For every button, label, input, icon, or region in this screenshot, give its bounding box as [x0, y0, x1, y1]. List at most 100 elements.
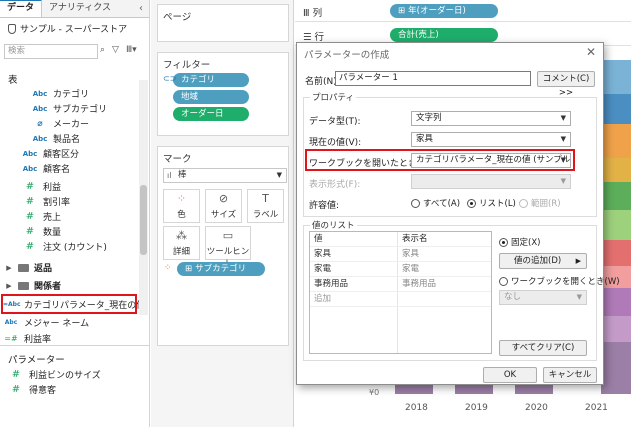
highlight-box — [1, 294, 137, 314]
number-type-icon: # — [25, 181, 35, 192]
mark-btn-label: 詳細 — [172, 247, 190, 257]
search-tools: ⌕ ▽ Ⅲ▾ — [100, 45, 137, 55]
mark-btn-label: ラベル — [252, 210, 279, 220]
radio-label: ワークブックを開くとき(W) — [511, 277, 620, 287]
comment-button[interactable]: コメント(C) >> — [537, 71, 595, 98]
mark-label-button[interactable]: T ラベル — [247, 189, 284, 223]
field-item[interactable]: # 数量 — [22, 225, 61, 238]
parameter-item[interactable]: # 得意客 — [8, 383, 56, 396]
radio-label: 範囲(R) — [531, 199, 561, 209]
expand-icon[interactable]: ▶ — [5, 264, 13, 272]
tab-data[interactable]: データ — [0, 0, 43, 17]
link-icon: ⊂⊃ — [163, 74, 177, 83]
datasource-row[interactable]: サンプル - スーパーストア — [8, 22, 127, 35]
field-item[interactable]: Abc 顧客名 — [22, 162, 71, 176]
chevron-right-icon: ▶ — [575, 257, 581, 265]
scrollbar-thumb[interactable] — [140, 185, 147, 255]
mark-tooltip-button[interactable]: ▭ツールヒント — [205, 226, 251, 269]
field-label: 割引率 — [43, 198, 71, 208]
bar-segment — [515, 385, 553, 394]
data-pane-scrollbar[interactable] — [139, 80, 148, 315]
search-icon[interactable]: ⌕ — [100, 45, 105, 55]
expand-icon[interactable]: ▶ — [5, 282, 13, 290]
field-label: 製品名 — [53, 135, 81, 145]
field-item[interactable]: # 売上 — [22, 210, 61, 223]
radio-allowed-all[interactable]: すべて(A) — [411, 197, 460, 209]
pill-label: カテゴリ — [181, 75, 216, 85]
clear-all-button[interactable]: すべてクリア(C) — [499, 340, 587, 356]
string-type-icon: Abc — [22, 149, 38, 158]
field-item[interactable]: # 利益 — [22, 180, 61, 193]
highlight-box — [305, 149, 575, 171]
radio-fixed[interactable]: 固定(X) — [499, 236, 540, 248]
field-item[interactable]: Abc カテゴリ — [32, 87, 89, 101]
field-item[interactable]: Abc サブカテゴリ — [32, 102, 107, 116]
view-options-icon[interactable]: Ⅲ▾ — [126, 45, 137, 55]
name-input[interactable]: パラメーター 1 — [335, 71, 531, 86]
field-item[interactable]: Abc 製品名 — [32, 132, 81, 146]
datatype-select[interactable]: 文字列 ▼ — [411, 111, 571, 126]
tab-analytics[interactable]: アナリティクス — [42, 0, 118, 17]
mark-type-select[interactable]: ıl 棒 ▼ — [163, 168, 287, 183]
rows-pill-sales[interactable]: 合計(売上) — [390, 28, 498, 42]
filter-pill-region[interactable]: 地域 — [173, 90, 249, 104]
mark-btn-label: サイズ — [210, 210, 237, 220]
year-label: 2019 — [465, 403, 488, 413]
folder-returns[interactable]: ▶ 返品 — [5, 261, 52, 274]
chevron-left-icon[interactable]: ‹ — [139, 3, 143, 14]
value-list-table[interactable]: 値 表示名 家具 家具 家電 家電 事務用品 事務用品 追加 — [309, 231, 492, 354]
pages-card[interactable]: ページ — [157, 4, 289, 42]
year-label: 2020 — [525, 403, 548, 413]
field-item[interactable]: Abc 顧客区分 — [22, 147, 79, 161]
filter-icon[interactable]: ▽ — [112, 45, 119, 55]
radio-dot — [499, 276, 508, 286]
radio-on-open[interactable]: ワークブックを開くとき(W) — [499, 275, 620, 287]
number-type-icon: # — [25, 241, 35, 252]
field-label: メーカー — [53, 120, 90, 130]
bar-segment — [601, 240, 631, 266]
filter-pill-category[interactable]: カテゴリ — [173, 73, 249, 87]
table-row[interactable]: 家具 家具 — [310, 247, 491, 262]
columns-shelf[interactable]: Ⅲ 列 ⊞ 年(オーダー日) — [295, 0, 631, 22]
ok-button[interactable]: OK — [483, 367, 537, 383]
folder-people[interactable]: ▶ 関係者 — [5, 279, 61, 292]
radio-allowed-list[interactable]: リスト(L) — [467, 197, 516, 209]
filter-pill-order-date[interactable]: オーダー日 — [173, 107, 249, 121]
columns-icon: Ⅲ — [303, 8, 313, 19]
field-item[interactable]: =# 利益率 — [3, 332, 51, 345]
search-input[interactable]: 検索 — [4, 44, 98, 59]
table-row[interactable]: 家電 家電 — [310, 262, 491, 277]
cell-display: 事務用品 — [402, 279, 437, 289]
filters-title: フィルター — [163, 60, 211, 71]
header-value: 値 — [314, 234, 323, 244]
radio-label: 固定(X) — [511, 238, 541, 248]
radio-dot — [499, 237, 508, 247]
columns-pill-year[interactable]: ⊞ 年(オーダー日) — [390, 4, 498, 18]
rows-label: ☰ 行 — [303, 29, 324, 43]
color-pill-subcategory[interactable]: ⊞ サブカテゴリ — [177, 262, 265, 276]
table-row[interactable]: 事務用品 事務用品 — [310, 277, 491, 292]
field-label: 顧客名 — [43, 165, 71, 175]
mark-size-button[interactable]: ⊘ サイズ — [205, 189, 242, 223]
field-item[interactable]: # 割引率 — [22, 195, 70, 208]
close-icon[interactable]: ✕ — [586, 45, 596, 59]
color-dots-icon: ⁘ — [164, 263, 172, 273]
cancel-button[interactable]: キャンセル — [543, 367, 597, 383]
chevron-down-icon: ▼ — [560, 135, 566, 143]
pill-label: 合計(売上) — [398, 30, 439, 40]
radio-dot — [467, 198, 476, 208]
add-values-button[interactable]: 値の追加(D) ▶ — [499, 253, 587, 269]
field-item[interactable]: Abc メジャー ネーム — [3, 316, 89, 329]
chevron-down-icon: ▼ — [560, 177, 566, 185]
number-type-icon: # — [25, 226, 35, 237]
field-item[interactable]: # 注文 (カウント) — [22, 240, 107, 253]
field-label: 注文 (カウント) — [43, 243, 107, 253]
table-add-row[interactable]: 追加 — [310, 292, 491, 307]
format-label: 表示形式(F): — [309, 180, 361, 190]
mark-color-button[interactable]: ⁘ 色 — [163, 189, 200, 223]
field-label: メジャー ネーム — [24, 319, 90, 329]
current-value-select[interactable]: 家具 ▼ — [411, 132, 571, 147]
parameter-item[interactable]: # 利益ビンのサイズ — [8, 368, 101, 381]
field-item[interactable]: ⌀ メーカー — [32, 117, 90, 131]
mark-detail-button[interactable]: ⁂ 詳細 — [163, 226, 200, 260]
